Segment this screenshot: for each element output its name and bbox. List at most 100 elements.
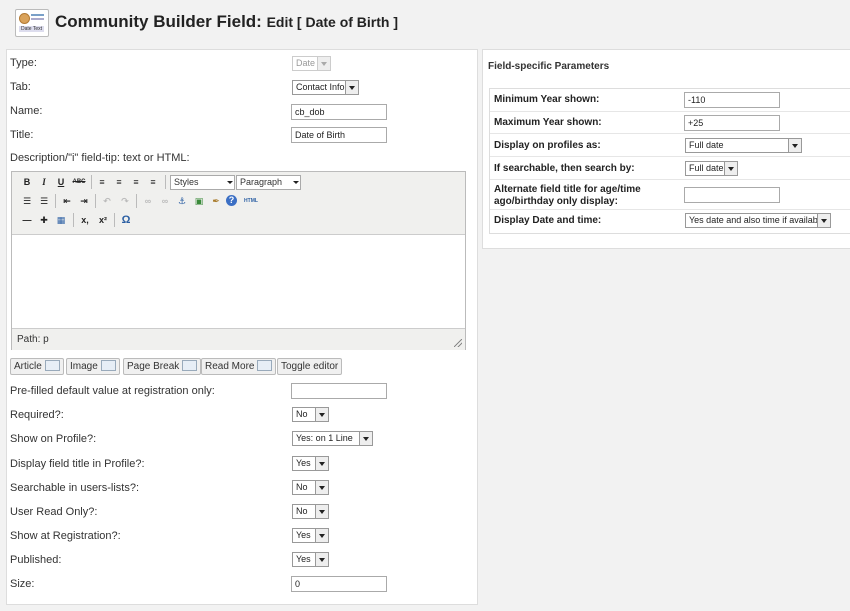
size-input[interactable]: 0 <box>291 576 387 592</box>
toolbar-separator <box>114 213 115 227</box>
italic-button[interactable]: I <box>37 175 51 189</box>
row-divider <box>490 133 850 134</box>
max-year-label: Maximum Year shown: <box>494 117 602 128</box>
remove-format-icon[interactable]: ✚ <box>37 213 51 227</box>
insert-image-icon[interactable]: ▣ <box>192 194 206 208</box>
type-label: Type: <box>10 57 37 69</box>
display-title-select[interactable]: Yes <box>292 456 329 471</box>
horizontal-rule-icon[interactable]: — <box>20 213 34 227</box>
align-center-icon[interactable]: ≡ <box>112 175 126 189</box>
format-select[interactable]: Paragraph <box>236 175 301 190</box>
search-by-value: Full date <box>689 163 724 173</box>
editor-toolbar: B I U ABC ≡ ≡ ≡ ≡ Styles Paragraph ☰ ☰ ⇤… <box>12 172 465 235</box>
show-on-profile-select[interactable]: Yes: on 1 Line <box>292 431 373 446</box>
name-input[interactable]: cb_dob <box>291 104 387 120</box>
tab-select[interactable]: Contact Info <box>292 80 359 95</box>
toolbar-separator <box>91 175 92 189</box>
display-as-select[interactable]: Full date <box>685 138 802 153</box>
styles-select[interactable]: Styles <box>170 175 235 190</box>
chevron-down-icon <box>359 432 372 445</box>
chevron-down-icon <box>226 176 234 189</box>
link-icon[interactable]: ∞ <box>141 194 155 208</box>
display-title-value: Yes <box>296 458 311 468</box>
date-time-select[interactable]: Yes date and also time if available <box>685 213 831 228</box>
display-title-label: Display field title in Profile?: <box>10 458 145 470</box>
superscript-button[interactable]: x² <box>96 213 110 227</box>
parameters-title: Field-specific Parameters <box>488 61 610 72</box>
subscript-button[interactable]: x, <box>78 213 92 227</box>
editor-content-area[interactable] <box>12 235 465 327</box>
searchable-label: Searchable in users-lists?: <box>10 482 140 494</box>
resize-handle-icon[interactable] <box>454 339 462 347</box>
tab-value: Contact Info <box>296 82 345 92</box>
published-select[interactable]: Yes <box>292 552 329 567</box>
alt-title-input[interactable] <box>684 187 780 203</box>
image-button[interactable]: Image <box>66 358 120 375</box>
chevron-down-icon <box>315 408 328 421</box>
icon-caption: Date Text <box>19 26 44 32</box>
format-value: Paragraph <box>240 177 283 187</box>
toolbar-separator <box>165 175 166 189</box>
editor-path: Path: p <box>17 334 49 345</box>
chevron-down-icon <box>292 176 300 189</box>
chevron-down-icon <box>788 139 801 152</box>
align-right-icon[interactable]: ≡ <box>129 175 143 189</box>
align-left-icon[interactable]: ≡ <box>95 175 109 189</box>
read-only-label: User Read Only?: <box>10 506 98 518</box>
toggle-editor-button[interactable]: Toggle editor <box>277 358 343 375</box>
anchor-icon[interactable]: ⚓ <box>175 194 189 208</box>
read-only-select[interactable]: No <box>292 504 329 519</box>
article-button[interactable]: Article <box>10 358 64 375</box>
max-year-input[interactable]: +25 <box>684 115 780 131</box>
indent-icon[interactable]: ⇥ <box>77 194 91 208</box>
align-justify-icon[interactable]: ≡ <box>146 175 160 189</box>
toolbar-separator <box>95 194 96 208</box>
read-more-icon <box>257 359 273 371</box>
tab-label: Tab: <box>10 81 31 93</box>
chevron-down-icon <box>315 481 328 494</box>
numbered-list-icon[interactable]: ☰ <box>37 194 51 208</box>
strikethrough-button[interactable]: ABC <box>70 175 88 189</box>
unlink-icon[interactable]: ∞ <box>158 194 172 208</box>
alt-title-label: Alternate field title for age/time ago/b… <box>494 184 641 208</box>
show-registration-select[interactable]: Yes <box>292 528 329 543</box>
prefilled-label: Pre-filled default value at registration… <box>10 385 215 397</box>
toolbar-separator <box>136 194 137 208</box>
title-label: Title: <box>10 129 34 141</box>
chevron-down-icon <box>724 162 737 175</box>
row-divider <box>490 209 850 210</box>
display-as-value: Full date <box>689 140 724 150</box>
alt-title-label-line-1: Alternate field title for age/time <box>494 184 641 195</box>
help-icon[interactable]: ? <box>226 195 237 206</box>
show-registration-value: Yes <box>296 530 311 540</box>
chevron-down-icon <box>315 505 328 518</box>
prefilled-input[interactable] <box>291 383 387 399</box>
row-divider <box>490 156 850 157</box>
page-break-button[interactable]: Page Break <box>123 358 202 375</box>
title-input[interactable]: Date of Birth <box>291 127 387 143</box>
searchable-select[interactable]: No <box>292 480 329 495</box>
read-more-button-label: Read More <box>205 361 255 372</box>
html-source-button[interactable]: HTML <box>242 194 260 208</box>
outdent-icon[interactable]: ⇤ <box>60 194 74 208</box>
image-icon <box>100 359 116 371</box>
description-label: Description/"i" field-tip: text or HTML: <box>10 152 190 164</box>
charmap-button[interactable]: Ω <box>119 213 133 227</box>
type-select[interactable]: Date <box>292 56 331 71</box>
redo-icon[interactable]: ↷ <box>118 194 132 208</box>
undo-icon[interactable]: ↶ <box>100 194 114 208</box>
search-by-select[interactable]: Full date <box>685 161 738 176</box>
read-more-button[interactable]: Read More <box>201 358 277 375</box>
bullet-list-icon[interactable]: ☰ <box>20 194 34 208</box>
searchable-value: No <box>296 482 308 492</box>
table-icon[interactable]: ▦ <box>54 213 68 227</box>
name-label: Name: <box>10 105 43 117</box>
toolbar-separator <box>55 194 56 208</box>
min-year-input[interactable]: -110 <box>684 92 780 108</box>
underline-button[interactable]: U <box>54 175 68 189</box>
chevron-down-icon <box>315 553 328 566</box>
cleanup-icon[interactable]: ✒ <box>209 194 223 208</box>
page-subtitle: Edit [ Date of Birth ] <box>266 14 399 30</box>
bold-button[interactable]: B <box>20 175 34 189</box>
required-select[interactable]: No <box>292 407 329 422</box>
